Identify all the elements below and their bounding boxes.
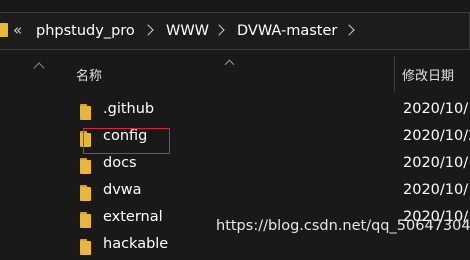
breadcrumb-item-phpstudy-pro[interactable]: phpstudy_pro <box>36 13 135 49</box>
column-header-name[interactable]: 名称 <box>76 65 102 84</box>
folder-icon <box>80 185 94 201</box>
folder-icon <box>0 23 8 37</box>
sort-ascending-icon <box>224 59 235 70</box>
file-name[interactable]: .github <box>103 101 154 117</box>
file-name[interactable]: hackable <box>103 236 168 252</box>
column-header-modified[interactable]: 修改日期 <box>402 65 454 84</box>
navigation-pane <box>0 50 50 245</box>
file-name[interactable]: dvwa <box>103 182 142 198</box>
column-header: 名称 修改日期 <box>50 50 470 92</box>
chevron-right-icon[interactable] <box>142 24 154 36</box>
folder-icon <box>80 212 94 228</box>
list-item[interactable]: .github 2020/10/ <box>50 98 470 125</box>
file-modified: 2020/10/ <box>403 155 469 171</box>
breadcrumb-item-dvwa-master[interactable]: DVWA-master <box>237 13 337 49</box>
folder-icon <box>80 104 94 120</box>
list-item[interactable]: docs 2020/10/ <box>50 152 470 179</box>
list-item[interactable]: hackable <box>50 233 470 260</box>
address-bar[interactable]: « phpstudy_pro WWW DVWA-master <box>0 12 470 50</box>
file-modified: 2020/10/2 <box>403 128 470 144</box>
overflow-chevron-icon[interactable]: « <box>13 13 22 49</box>
breadcrumb-item-www[interactable]: WWW <box>166 13 209 49</box>
chevron-right-icon[interactable] <box>213 24 225 36</box>
column-divider[interactable] <box>394 56 395 92</box>
list-item[interactable]: dvwa 2020/10/ <box>50 179 470 206</box>
folder-icon <box>80 239 94 255</box>
chevron-right-icon[interactable] <box>343 24 355 36</box>
file-modified: 2020/10/ <box>403 182 469 198</box>
file-modified: 2020/10/ <box>403 101 469 117</box>
watermark: https://blog.csdn.net/qq_50647304 <box>216 218 470 234</box>
file-name[interactable]: external <box>103 209 163 225</box>
folder-icon <box>80 158 94 174</box>
highlight-box <box>83 128 170 154</box>
file-name[interactable]: docs <box>103 155 137 171</box>
scroll-up-icon[interactable] <box>33 62 45 74</box>
